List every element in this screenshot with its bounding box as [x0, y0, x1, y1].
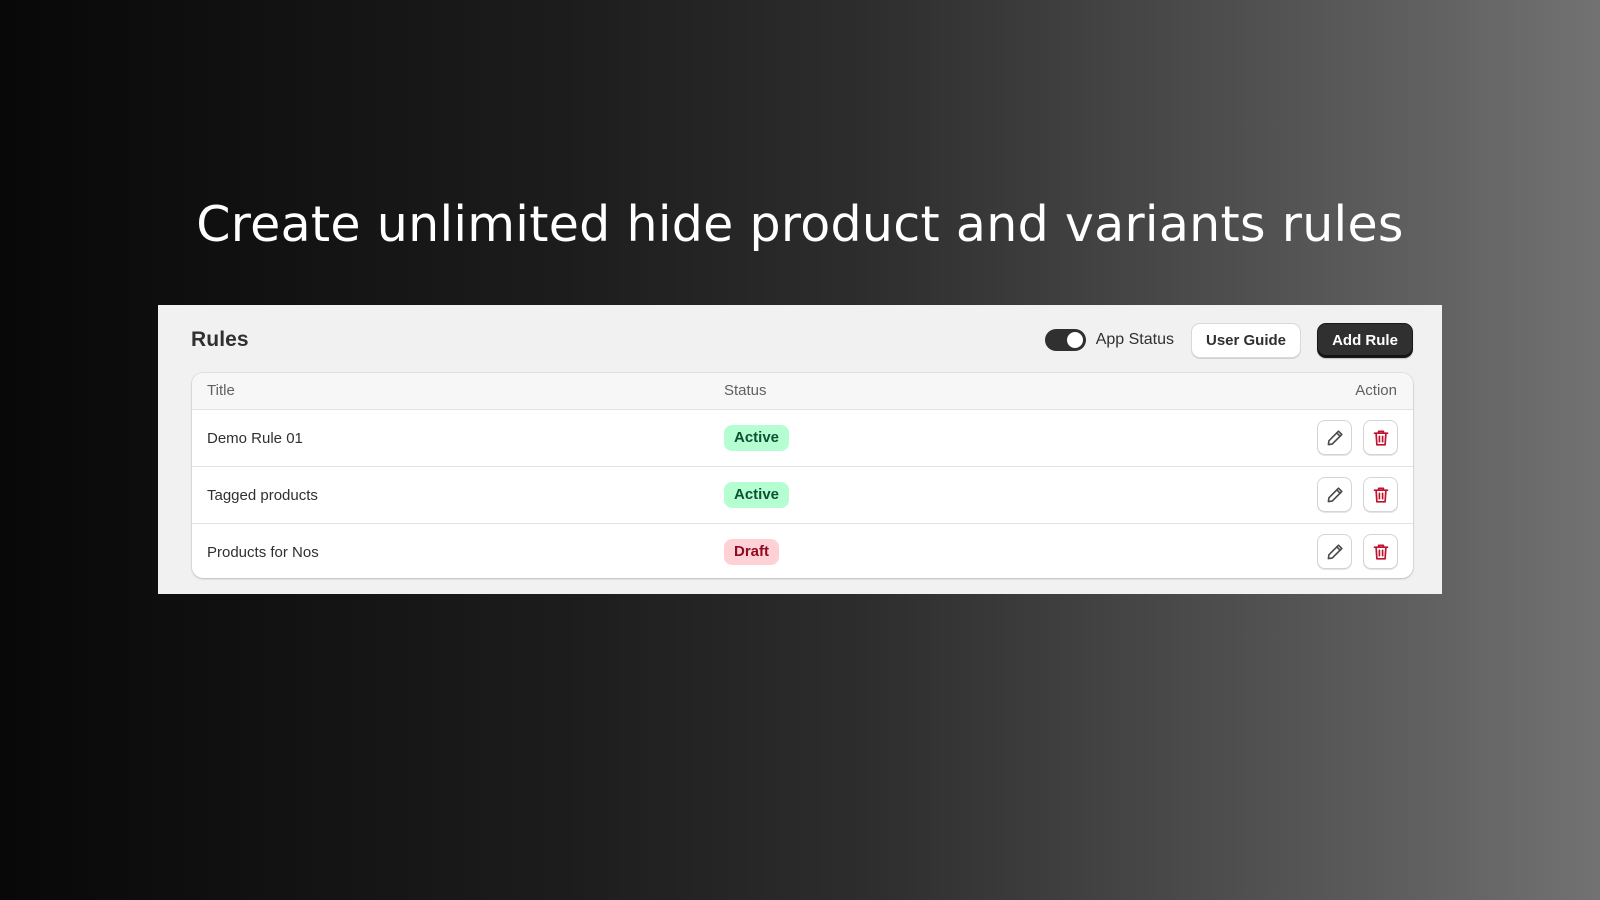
column-header-action: Action: [1355, 382, 1397, 399]
edit-button[interactable]: [1317, 477, 1352, 512]
table-row: Tagged products Active: [192, 467, 1413, 524]
pencil-icon: [1327, 543, 1343, 559]
rules-table: Title Status Action Demo Rule 01 Active: [192, 373, 1413, 578]
trash-icon: [1373, 544, 1388, 560]
delete-button[interactable]: [1363, 420, 1398, 455]
delete-button[interactable]: [1363, 477, 1398, 512]
status-badge: Active: [724, 425, 790, 451]
rule-title: Demo Rule 01: [207, 430, 303, 447]
table-row: Demo Rule 01 Active: [192, 410, 1413, 467]
pencil-icon: [1327, 429, 1343, 445]
rules-panel: Rules App Status User Guide Add Rule Tit…: [158, 305, 1442, 594]
row-actions: [1317, 420, 1398, 455]
toggle-knob: [1066, 332, 1083, 348]
status-badge: Draft: [724, 539, 780, 565]
app-status-toggle[interactable]: [1044, 329, 1086, 351]
delete-button[interactable]: [1363, 534, 1398, 569]
panel-header: Rules App Status User Guide Add Rule: [191, 322, 1413, 358]
table-header: Title Status Action: [192, 373, 1413, 410]
header-actions: App Status User Guide Add Rule: [1044, 322, 1413, 358]
app-status-label: App Status: [1095, 331, 1174, 348]
trash-icon: [1373, 487, 1388, 503]
pencil-icon: [1327, 486, 1343, 502]
rule-title: Products for Nos: [207, 544, 319, 561]
page-title: Rules: [191, 328, 249, 351]
table-row: Products for Nos Draft: [192, 524, 1413, 578]
rule-title: Tagged products: [207, 487, 318, 504]
headline: Create unlimited hide product and varian…: [196, 196, 1404, 253]
row-actions: [1317, 534, 1398, 569]
add-rule-button[interactable]: Add Rule: [1317, 322, 1413, 358]
edit-button[interactable]: [1317, 534, 1352, 569]
column-header-status: Status: [724, 382, 767, 399]
user-guide-button[interactable]: User Guide: [1191, 322, 1301, 358]
column-header-title: Title: [207, 382, 235, 399]
edit-button[interactable]: [1317, 420, 1352, 455]
status-badge: Active: [724, 482, 790, 508]
row-actions: [1317, 477, 1398, 512]
trash-icon: [1373, 430, 1388, 446]
